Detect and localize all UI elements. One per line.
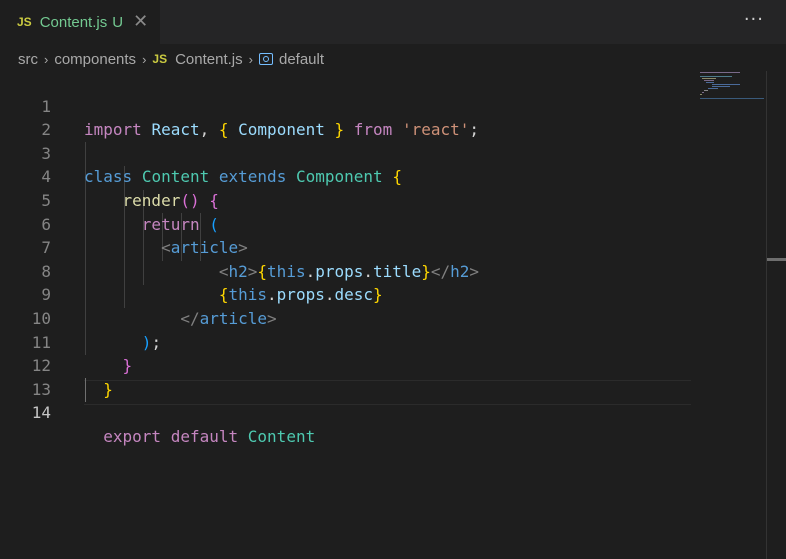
code-line: 11 } bbox=[0, 307, 700, 376]
code-line: 13 bbox=[0, 354, 700, 399]
code-line: 5 return ( bbox=[0, 165, 700, 234]
chevron-right-icon: › bbox=[44, 51, 49, 67]
tab-content-js[interactable]: JS Content.js U ✕ bbox=[0, 0, 160, 44]
code-line: 8 {this.props.desc} bbox=[0, 236, 700, 305]
code-line: 2 bbox=[0, 95, 700, 139]
tab-bar: JS Content.js U ✕ ··· bbox=[0, 0, 786, 44]
breadcrumb-item-symbol[interactable]: default bbox=[279, 51, 324, 68]
code-line: 7 <h2>{this.props.title}</h2> bbox=[0, 213, 700, 281]
javascript-file-icon: JS bbox=[17, 15, 32, 29]
breadcrumb: src › components › JS Content.js › defau… bbox=[18, 47, 324, 71]
code-line: 4 render() { bbox=[0, 142, 700, 210]
vertical-scrollbar[interactable] bbox=[766, 71, 767, 559]
chevron-right-icon: › bbox=[248, 51, 253, 67]
code-line: 3 class Content extends Component { bbox=[0, 118, 700, 187]
symbol-variable-icon bbox=[258, 53, 273, 65]
code-line-active: 14 export default Content bbox=[0, 378, 700, 446]
code-line: 6 <article> bbox=[0, 189, 700, 258]
close-icon[interactable]: ✕ bbox=[133, 13, 148, 31]
code-line: 10 ); bbox=[0, 283, 700, 352]
code-line: 9 </article> bbox=[0, 260, 700, 328]
breadcrumb-item-file[interactable]: Content.js bbox=[175, 51, 243, 68]
line-number-active: 14 bbox=[31, 403, 51, 423]
javascript-file-icon: JS bbox=[152, 52, 168, 66]
minimap[interactable] bbox=[698, 72, 768, 112]
tab-label: Content.js bbox=[39, 13, 108, 31]
code-editor[interactable]: 1 import React, { Component } from 'reac… bbox=[0, 71, 786, 559]
scrollbar-thumb[interactable] bbox=[767, 258, 786, 261]
more-actions-icon[interactable]: ··· bbox=[744, 9, 764, 30]
breadcrumb-item-components[interactable]: components bbox=[54, 51, 136, 68]
untracked-status-badge: U bbox=[112, 13, 124, 31]
breadcrumb-item-src[interactable]: src bbox=[18, 51, 38, 68]
code-text: export default Content bbox=[103, 426, 316, 446]
code-line: 1 import React, { Component } from 'reac… bbox=[0, 71, 700, 140]
code-line: 12 } bbox=[0, 331, 700, 399]
chevron-right-icon: › bbox=[142, 51, 147, 67]
